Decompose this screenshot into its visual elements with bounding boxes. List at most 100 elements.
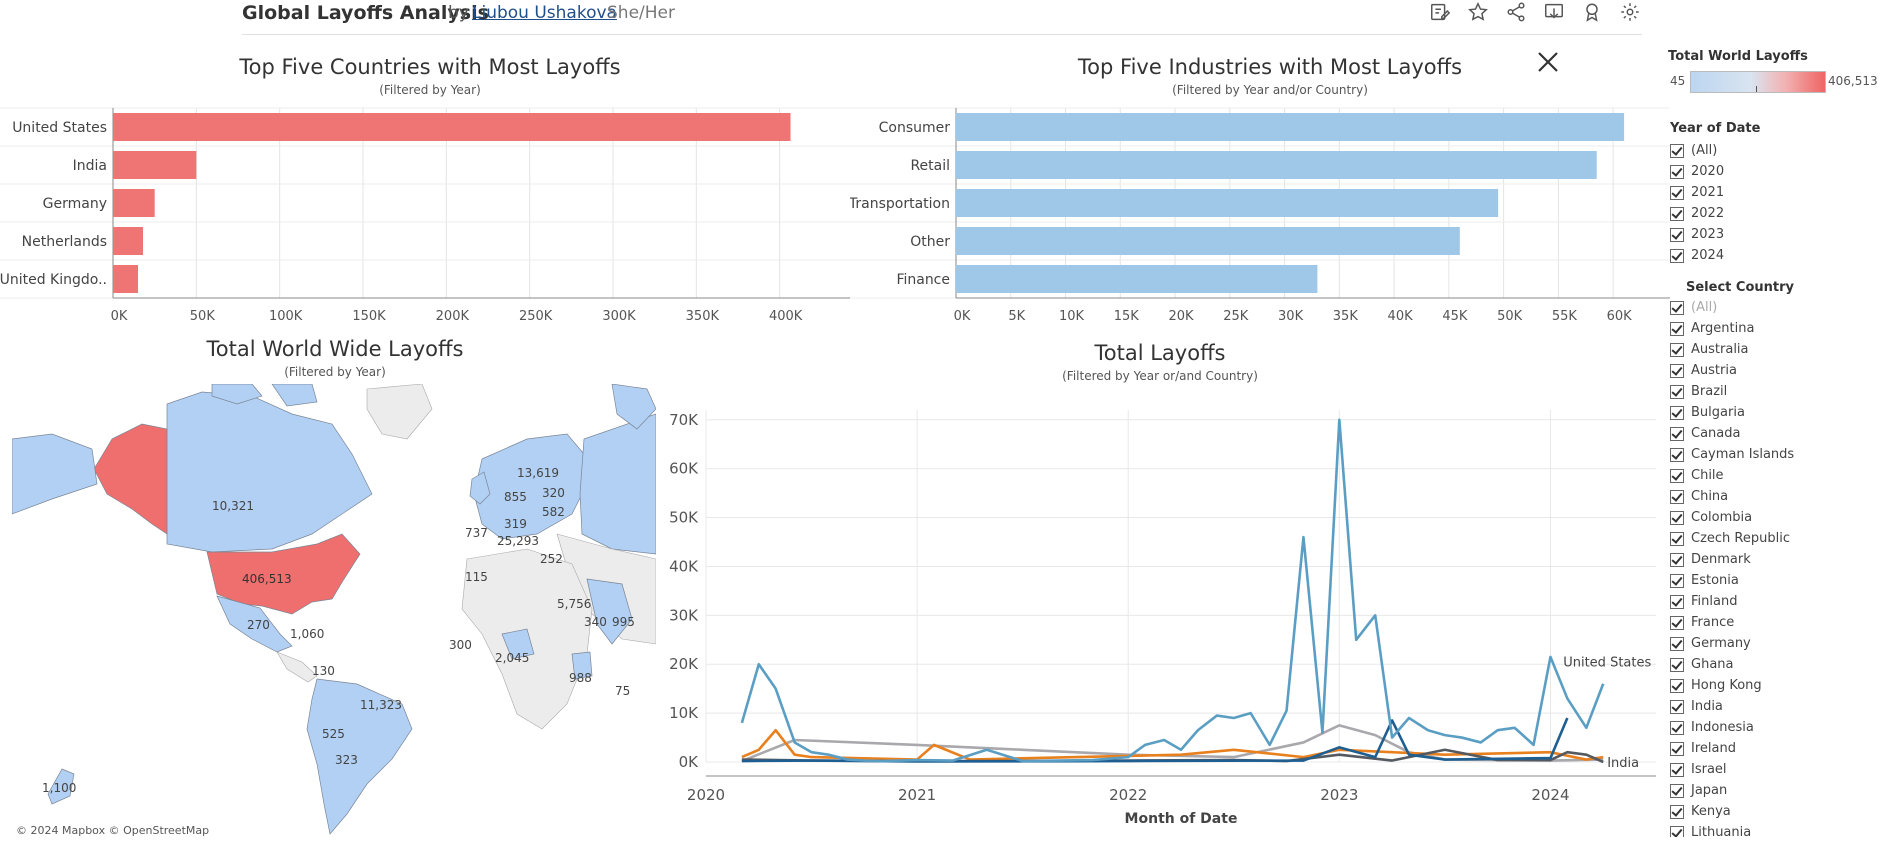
filter-option[interactable]: Austria	[1670, 360, 1794, 381]
checkbox[interactable]	[1670, 164, 1684, 179]
checkbox[interactable]	[1670, 741, 1684, 756]
filter-option[interactable]: Denmark	[1670, 549, 1794, 570]
filter-option[interactable]: Brazil	[1670, 381, 1794, 402]
year-filter: (All) 2020 2021 2022 2023 2024	[1670, 140, 1724, 266]
checkbox[interactable]	[1670, 636, 1684, 651]
checkbox[interactable]	[1670, 804, 1684, 819]
author-link[interactable]: Liubou Ushakova	[472, 3, 617, 23]
filter-option[interactable]: Israel	[1670, 759, 1794, 780]
map-label: 13,619	[517, 466, 559, 480]
checkbox[interactable]	[1670, 783, 1684, 798]
checkbox[interactable]	[1670, 342, 1684, 357]
map-label: 130	[312, 664, 335, 678]
country-filter-title: Select Country	[1686, 280, 1794, 295]
filter-option[interactable]: Colombia	[1670, 507, 1794, 528]
checkbox[interactable]	[1670, 699, 1684, 714]
checkbox[interactable]	[1670, 426, 1684, 441]
filter-option[interactable]: (All)	[1670, 297, 1794, 318]
x-tick-label: 350K	[686, 309, 720, 324]
filter-option[interactable]: 2020	[1670, 161, 1724, 182]
filter-option[interactable]: 2022	[1670, 203, 1724, 224]
map-label: 1,100	[42, 781, 77, 795]
checkbox[interactable]	[1670, 615, 1684, 630]
filter-option[interactable]: Ireland	[1670, 738, 1794, 759]
filter-option[interactable]: France	[1670, 612, 1794, 633]
checkbox[interactable]	[1670, 227, 1684, 242]
download-icon[interactable]	[1542, 0, 1566, 24]
map-label: 252	[540, 552, 563, 566]
close-icon[interactable]	[1530, 44, 1566, 80]
checkbox[interactable]	[1670, 825, 1684, 837]
checkbox[interactable]	[1670, 552, 1684, 567]
filter-option[interactable]: Chile	[1670, 465, 1794, 486]
filter-option[interactable]: Estonia	[1670, 570, 1794, 591]
byline-by: by	[448, 3, 469, 23]
filter-option[interactable]: Hong Kong	[1670, 675, 1794, 696]
filter-option[interactable]: Lithuania	[1670, 822, 1794, 837]
x-tick-label: 250K	[519, 309, 553, 324]
checkbox[interactable]	[1670, 720, 1684, 735]
checkbox[interactable]	[1670, 248, 1684, 263]
filter-option[interactable]: Czech Republic	[1670, 528, 1794, 549]
filter-option[interactable]: Finland	[1670, 591, 1794, 612]
checkbox[interactable]	[1670, 510, 1684, 525]
filter-option-label: 2022	[1691, 206, 1725, 221]
x-tick-label: 40K	[1388, 309, 1414, 324]
checkbox[interactable]	[1670, 363, 1684, 378]
bar	[113, 227, 143, 255]
filter-option-label: Canada	[1691, 426, 1741, 441]
filter-option-label: Kenya	[1691, 804, 1731, 819]
share-icon[interactable]	[1504, 0, 1528, 24]
filter-option[interactable]: Germany	[1670, 633, 1794, 654]
checkbox[interactable]	[1670, 531, 1684, 546]
checkbox[interactable]	[1670, 447, 1684, 462]
checkbox[interactable]	[1670, 678, 1684, 693]
x-tick-label: 45K	[1442, 309, 1468, 324]
y-tick-label: 70K	[669, 411, 699, 429]
checkbox[interactable]	[1670, 657, 1684, 672]
checkbox[interactable]	[1670, 384, 1684, 399]
legend-max: 406,513	[1828, 74, 1878, 88]
checkbox[interactable]	[1670, 321, 1684, 336]
filter-option[interactable]: Canada	[1670, 423, 1794, 444]
bar	[113, 189, 155, 217]
x-tick-label: 0K	[111, 309, 128, 324]
checkbox[interactable]	[1670, 573, 1684, 588]
checkbox[interactable]	[1670, 143, 1684, 158]
y-tick-label: 40K	[669, 557, 699, 575]
filter-option[interactable]: India	[1670, 696, 1794, 717]
checkbox[interactable]	[1670, 489, 1684, 504]
map-label: 2,045	[495, 651, 530, 665]
checkbox[interactable]	[1670, 762, 1684, 777]
filter-option[interactable]: Bulgaria	[1670, 402, 1794, 423]
checkbox[interactable]	[1670, 300, 1684, 315]
map-label: 5,756	[557, 597, 592, 611]
filter-option[interactable]: Indonesia	[1670, 717, 1794, 738]
filter-option[interactable]: Japan	[1670, 780, 1794, 801]
filter-option-label: China	[1691, 489, 1729, 504]
award-icon[interactable]	[1580, 0, 1604, 24]
settings-icon[interactable]	[1618, 0, 1642, 24]
filter-option[interactable]: Kenya	[1670, 801, 1794, 822]
checkbox[interactable]	[1670, 206, 1684, 221]
x-tick-label: 2022	[1109, 786, 1147, 804]
filter-option[interactable]: Cayman Islands	[1670, 444, 1794, 465]
checkbox[interactable]	[1670, 468, 1684, 483]
filter-option[interactable]: China	[1670, 486, 1794, 507]
filter-option[interactable]: Australia	[1670, 339, 1794, 360]
checkbox[interactable]	[1670, 185, 1684, 200]
y-tick-label: 30K	[669, 606, 699, 624]
checkbox[interactable]	[1670, 405, 1684, 420]
filter-option[interactable]: 2024	[1670, 245, 1724, 266]
checkbox[interactable]	[1670, 594, 1684, 609]
filter-option-label: Argentina	[1691, 321, 1755, 336]
map-label: 300	[449, 638, 472, 652]
filter-option[interactable]: 2021	[1670, 182, 1724, 203]
filter-option[interactable]: Argentina	[1670, 318, 1794, 339]
filter-option[interactable]: Ghana	[1670, 654, 1794, 675]
star-icon[interactable]	[1466, 0, 1490, 24]
filter-option[interactable]: (All)	[1670, 140, 1724, 161]
map-label: 115	[465, 570, 488, 584]
filter-option[interactable]: 2023	[1670, 224, 1724, 245]
edit-icon[interactable]	[1428, 0, 1452, 24]
